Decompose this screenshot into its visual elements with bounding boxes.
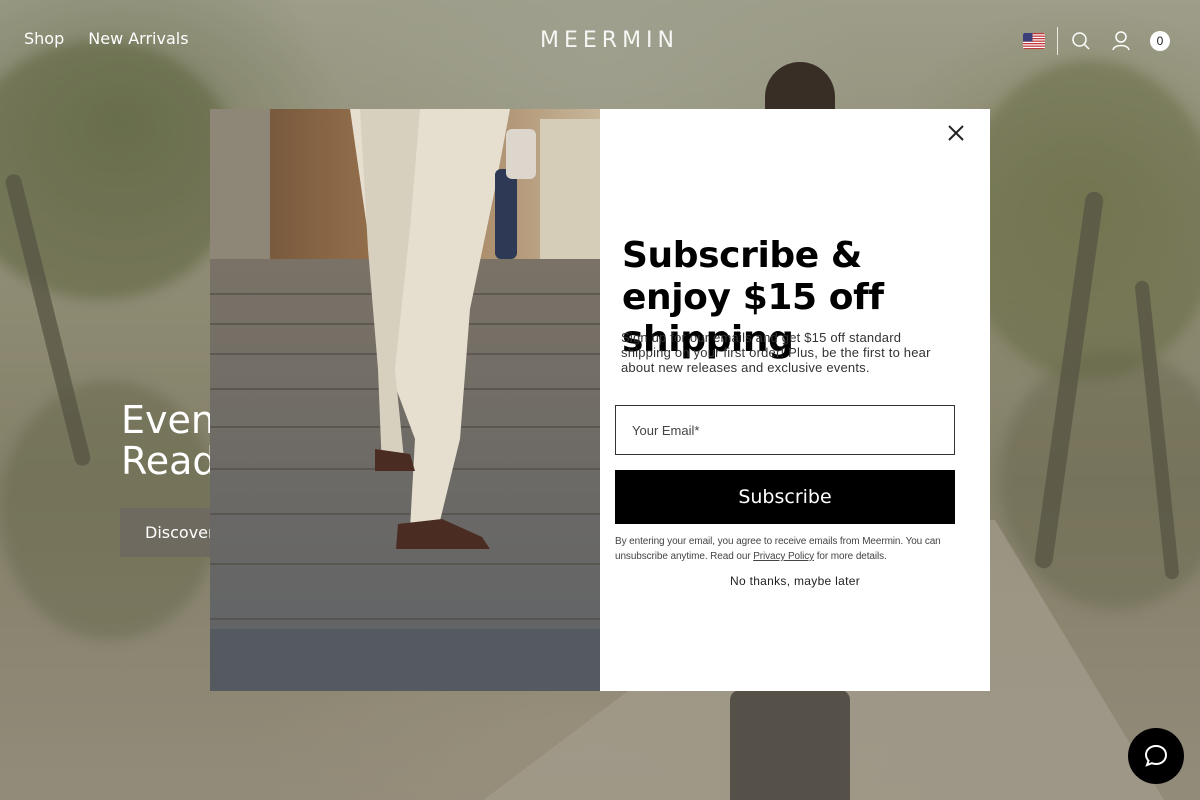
us-flag-icon[interactable] (1023, 33, 1045, 49)
modal-content: Subscribe & enjoy $15 off shipping Sign … (600, 109, 990, 691)
hero-headline-line2: Read (121, 439, 217, 483)
subscribe-modal: Subscribe & enjoy $15 off shipping Sign … (210, 109, 990, 691)
cart-count: 0 (1156, 34, 1164, 48)
nav-new-arrivals[interactable]: New Arrivals (88, 29, 188, 48)
hero-headline: Even Read (121, 400, 216, 482)
header-divider (1057, 27, 1058, 55)
account-icon[interactable] (1110, 30, 1132, 52)
brand-logo[interactable]: MEERMIN (540, 28, 679, 53)
legal-text: By entering your email, you agree to rec… (615, 534, 960, 564)
main-nav: Shop New Arrivals (24, 29, 189, 48)
cart-icon[interactable]: 0 (1150, 31, 1170, 51)
chat-bubble-icon[interactable] (1128, 728, 1184, 784)
close-icon[interactable] (944, 121, 968, 145)
modal-description: Sign up for our emails and get $15 off s… (621, 330, 931, 375)
email-field[interactable] (615, 405, 955, 455)
nav-shop[interactable]: Shop (24, 29, 64, 48)
subscribe-button[interactable]: Subscribe (615, 470, 955, 524)
header-actions: 0 (1023, 27, 1170, 55)
hero-headline-line1: Even (121, 398, 215, 442)
search-icon[interactable] (1070, 30, 1092, 52)
no-thanks-button[interactable]: No thanks, maybe later (600, 574, 990, 588)
privacy-policy-link[interactable]: Privacy Policy (753, 551, 814, 562)
modal-photo (210, 109, 600, 691)
legal-suffix: for more details. (814, 551, 887, 562)
